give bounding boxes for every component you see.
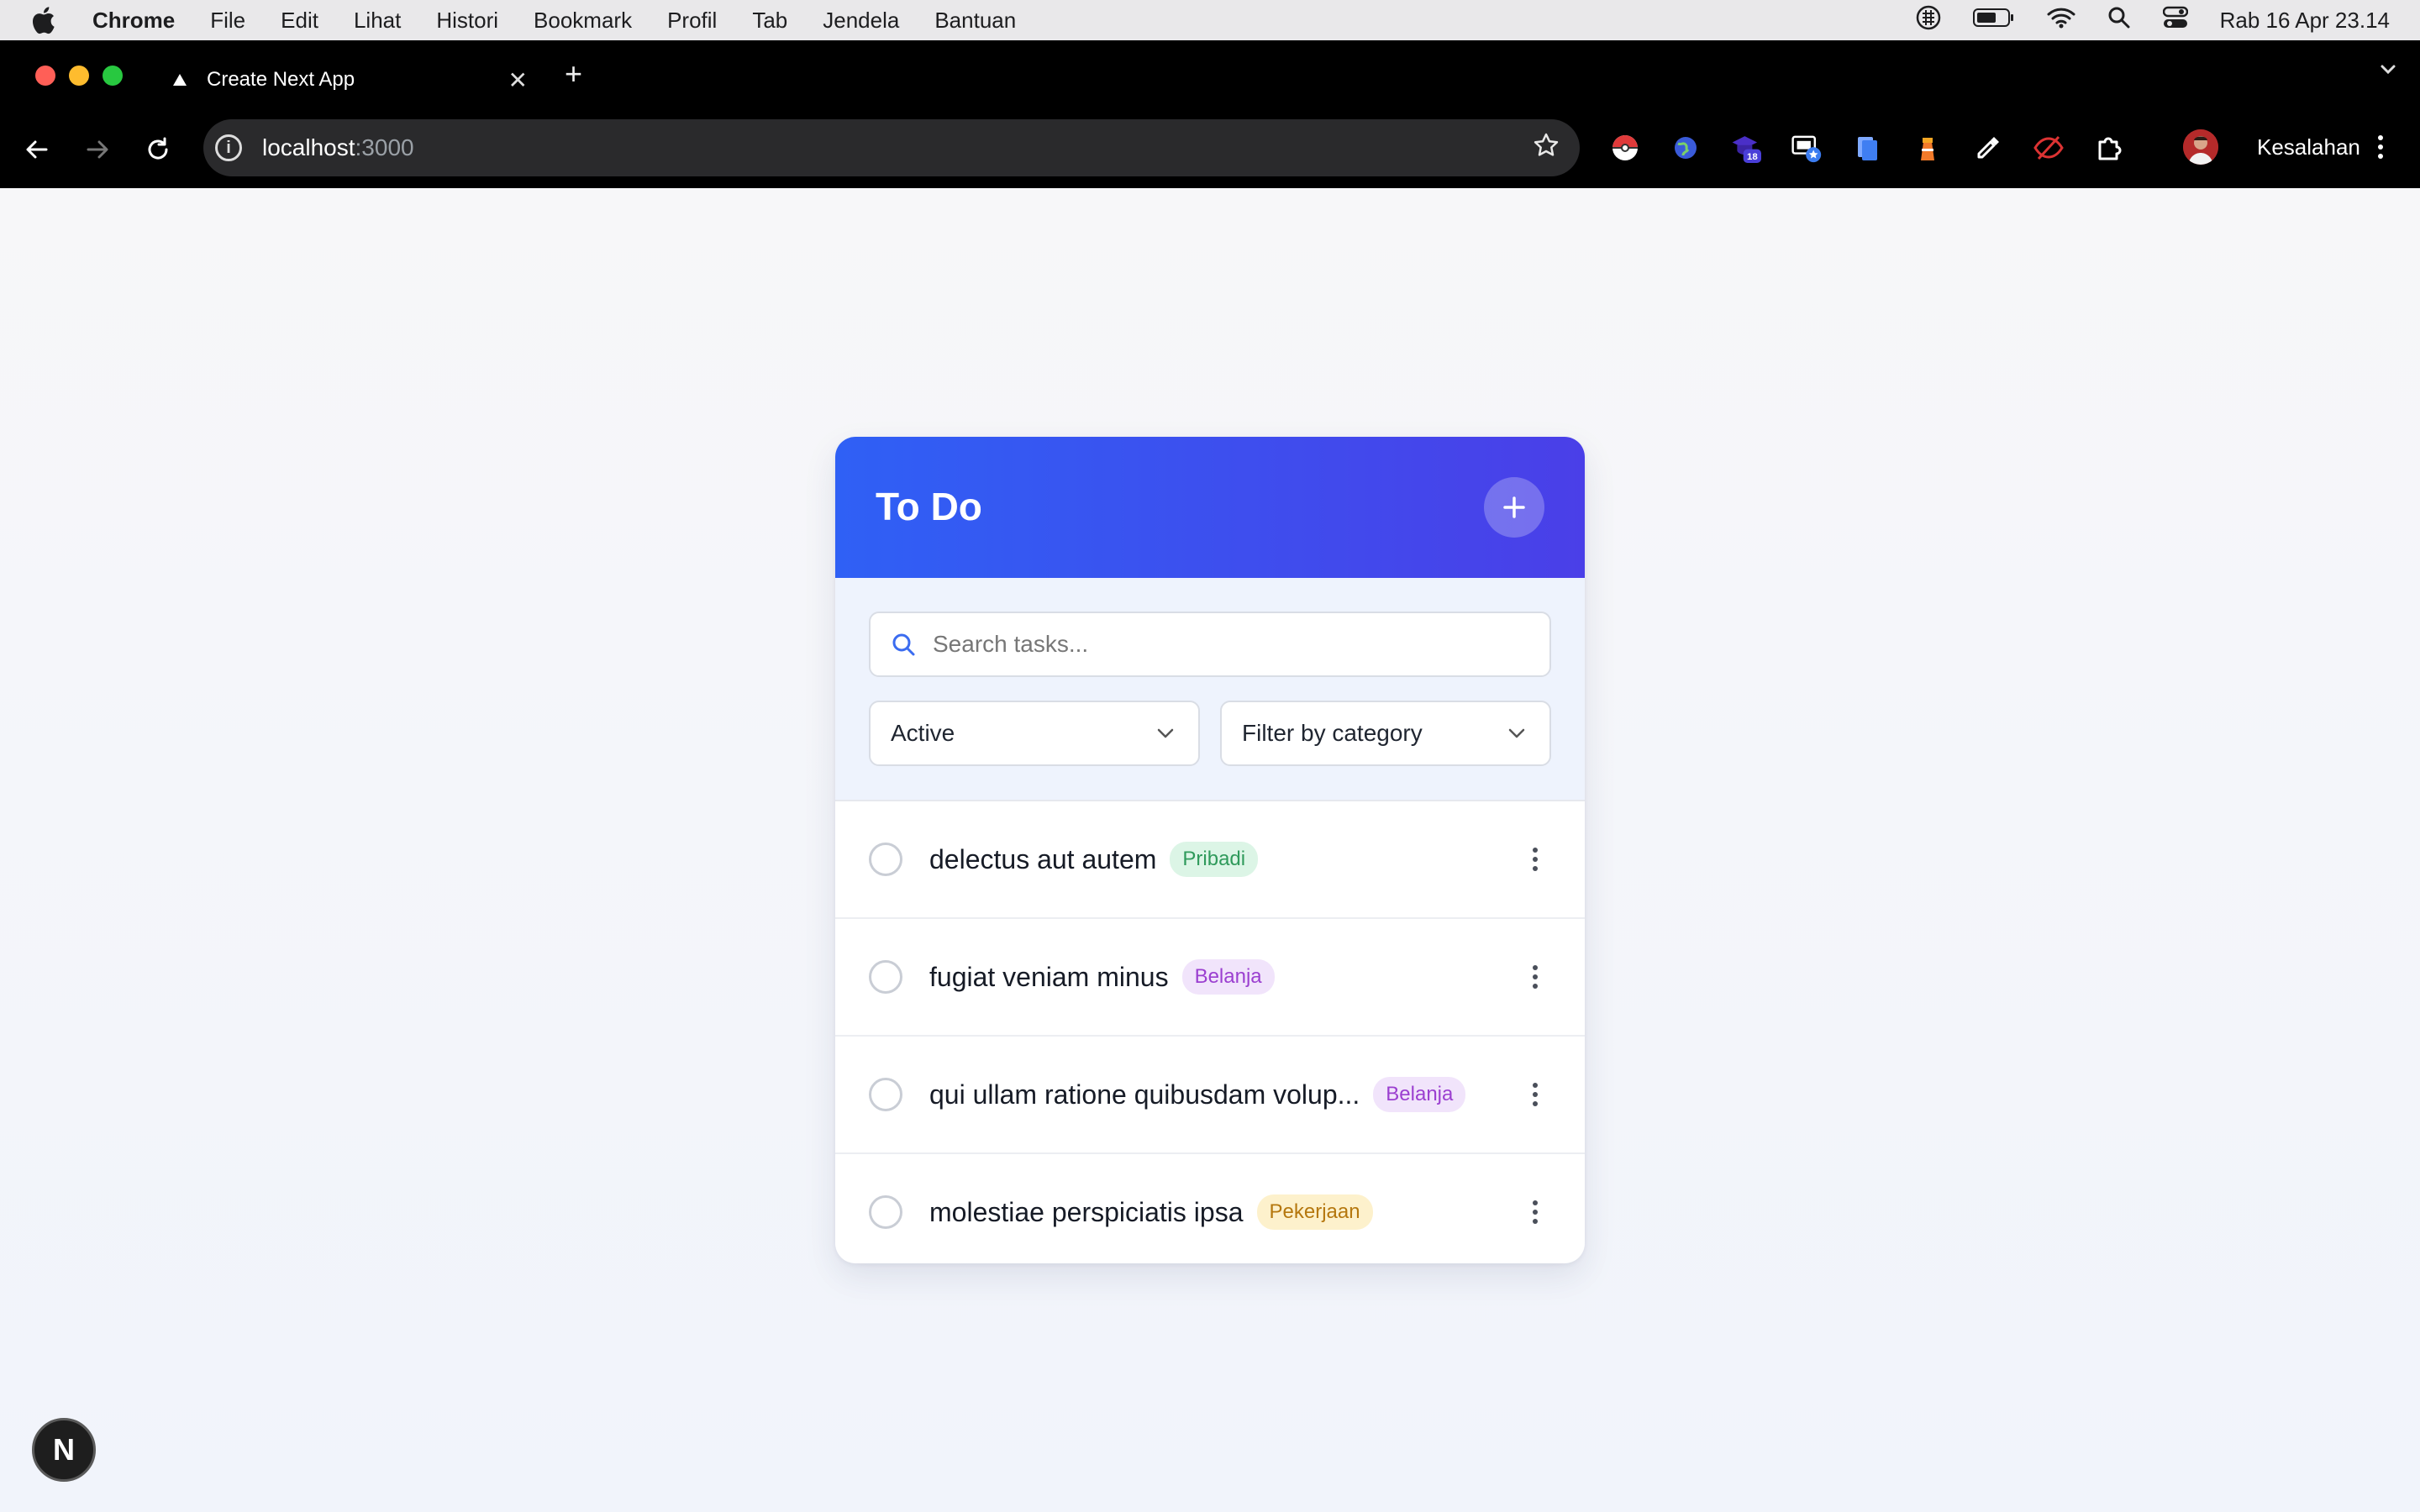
- menu-app-name[interactable]: Chrome: [92, 8, 175, 34]
- plus-icon: [1503, 496, 1525, 518]
- task-title[interactable]: fugiat veniam minus: [929, 962, 1169, 993]
- pokeball-extension-icon[interactable]: [1610, 133, 1640, 163]
- task-title[interactable]: qui ullam ratione quibusdam volup...: [929, 1079, 1360, 1110]
- hide-eye-extension-icon[interactable]: [2033, 133, 2064, 163]
- graduation-cap-extension-icon[interactable]: 18: [1731, 133, 1761, 163]
- globe-extension-icon[interactable]: [1670, 133, 1701, 163]
- chevron-down-icon: [1156, 727, 1175, 739]
- chevron-down-icon: [1507, 727, 1526, 739]
- extension-count-badge: 18: [1747, 152, 1758, 162]
- keyboard-grid-icon[interactable]: [1916, 5, 1941, 36]
- todo-controls: Active Filter by category: [835, 578, 1585, 801]
- category-filter-value: Filter by category: [1242, 720, 1423, 746]
- menu-window[interactable]: Jendela: [823, 8, 899, 34]
- task-complete-checkbox[interactable]: [869, 1195, 902, 1229]
- site-info-icon[interactable]: i: [215, 134, 242, 161]
- page-title: To Do: [876, 485, 982, 528]
- window-minimize-button[interactable]: [69, 66, 89, 86]
- reload-icon[interactable]: [139, 131, 176, 168]
- lighthouse-extension-icon[interactable]: [1912, 133, 1943, 163]
- extensions-puzzle-icon[interactable]: [2094, 133, 2124, 163]
- menu-history[interactable]: Histori: [436, 8, 498, 34]
- wifi-icon[interactable]: [2047, 7, 2075, 34]
- menu-clock[interactable]: Rab 16 Apr 23.14: [2220, 8, 2390, 34]
- task-menu-kebab-icon[interactable]: [1533, 848, 1538, 871]
- task-menu-kebab-icon[interactable]: [1533, 1083, 1538, 1106]
- spotlight-search-icon[interactable]: [2107, 6, 2131, 35]
- docs-extension-icon[interactable]: [1852, 133, 1882, 163]
- category-filter-select[interactable]: Filter by category: [1220, 701, 1551, 766]
- menu-edit[interactable]: Edit: [281, 8, 318, 34]
- macos-menu-bar: Chrome File Edit Lihat Histori Bookmark …: [0, 0, 2420, 40]
- battery-icon[interactable]: [1972, 8, 2015, 34]
- browser-tab-active[interactable]: Create Next App ✕: [160, 47, 546, 113]
- status-filter-value: Active: [891, 720, 955, 746]
- eyedropper-extension-icon[interactable]: [1973, 133, 2003, 163]
- window-close-button[interactable]: [35, 66, 55, 86]
- task-title[interactable]: molestiae perspiciatis ipsa: [929, 1197, 1244, 1228]
- apple-logo-icon[interactable]: [30, 6, 64, 34]
- category-badge: Belanja: [1181, 959, 1275, 995]
- add-task-button[interactable]: [1484, 477, 1544, 538]
- task-row: molestiae perspiciatis ipsa Pekerjaan: [835, 1154, 1585, 1263]
- task-row: fugiat veniam minus Belanja: [835, 919, 1585, 1037]
- menu-view[interactable]: Lihat: [354, 8, 401, 34]
- category-badge: Pribadi: [1170, 842, 1259, 877]
- search-input[interactable]: [931, 630, 1549, 659]
- forward-arrow-icon[interactable]: [79, 131, 116, 168]
- bookmark-star-icon[interactable]: [1533, 132, 1560, 165]
- todo-card: To Do Active Filter by category d: [835, 437, 1585, 1263]
- task-row: qui ullam ratione quibusdam volup... Bel…: [835, 1037, 1585, 1154]
- back-arrow-icon[interactable]: [18, 131, 55, 168]
- category-badge: Pekerjaan: [1256, 1194, 1373, 1230]
- address-url[interactable]: localhost:3000: [262, 134, 1533, 161]
- task-menu-kebab-icon[interactable]: [1533, 965, 1538, 989]
- task-complete-checkbox[interactable]: [869, 843, 902, 876]
- url-host: localhost: [262, 134, 355, 160]
- task-complete-checkbox[interactable]: [869, 1078, 902, 1111]
- task-menu-kebab-icon[interactable]: [1533, 1200, 1538, 1224]
- control-center-icon[interactable]: [2162, 6, 2188, 35]
- profile-status-label[interactable]: Kesalahan: [2257, 134, 2360, 160]
- menu-file[interactable]: File: [210, 8, 245, 34]
- search-box[interactable]: [869, 612, 1551, 677]
- tab-search-chevron-icon[interactable]: [2378, 59, 2398, 83]
- tab-title: Create Next App: [207, 68, 355, 91]
- task-list: delectus aut autem Pribadi fugiat veniam…: [835, 801, 1585, 1263]
- new-tab-button[interactable]: +: [565, 57, 582, 91]
- task-complete-checkbox[interactable]: [869, 960, 902, 994]
- menu-bookmarks[interactable]: Bookmark: [534, 8, 632, 34]
- picture-in-picture-extension-icon[interactable]: [1791, 133, 1822, 163]
- browser-menu-kebab-icon[interactable]: [2375, 133, 2386, 165]
- address-bar[interactable]: i localhost:3000: [203, 119, 1580, 176]
- menu-help[interactable]: Bantuan: [934, 8, 1016, 34]
- nextjs-favicon-icon: [173, 74, 187, 86]
- task-row: delectus aut autem Pribadi: [835, 801, 1585, 919]
- search-icon: [891, 632, 916, 657]
- menu-profile[interactable]: Profil: [667, 8, 717, 34]
- status-filter-select[interactable]: Active: [869, 701, 1200, 766]
- menu-tab[interactable]: Tab: [752, 8, 787, 34]
- category-badge: Belanja: [1373, 1077, 1466, 1112]
- profile-avatar[interactable]: [2183, 129, 2218, 165]
- nextjs-dev-tools-button[interactable]: N: [32, 1418, 96, 1482]
- task-title[interactable]: delectus aut autem: [929, 844, 1156, 875]
- window-zoom-button[interactable]: [103, 66, 123, 86]
- url-port: :3000: [355, 134, 414, 160]
- todo-header: To Do: [835, 437, 1585, 578]
- tab-close-icon[interactable]: ✕: [508, 66, 528, 94]
